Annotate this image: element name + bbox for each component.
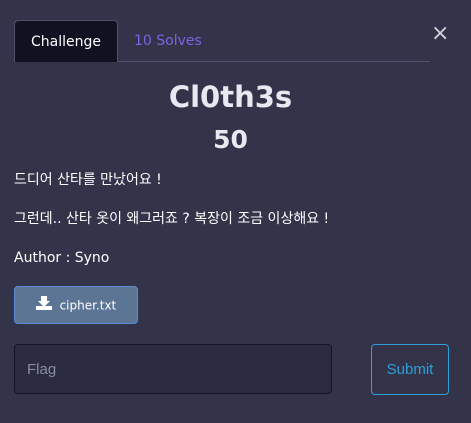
flag-input[interactable]	[14, 344, 332, 394]
file-download-button[interactable]: cipher.txt	[14, 286, 138, 324]
close-icon[interactable]: ×	[431, 23, 449, 45]
challenge-value: 50	[213, 125, 248, 154]
challenge-tabs: Challenge 10 Solves	[14, 20, 430, 62]
tab-challenge[interactable]: Challenge	[14, 20, 118, 62]
challenge-modal: Challenge 10 Solves × Cl0th3s 50 드디어 산타를…	[0, 0, 471, 423]
file-name: cipher.txt	[59, 298, 117, 313]
description-line: 그런데.. 산타 옷이 왜그러죠 ? 복장이 조금 이상해요 !	[14, 211, 330, 227]
submit-button[interactable]: Submit	[371, 344, 449, 395]
author-line: Author : Syno	[14, 250, 110, 266]
challenge-name: Cl0th3s	[168, 80, 293, 114]
description-line: 드디어 산타를 만났어요 !	[14, 172, 162, 188]
tab-solves[interactable]: 10 Solves	[134, 20, 202, 62]
download-icon	[35, 288, 52, 324]
